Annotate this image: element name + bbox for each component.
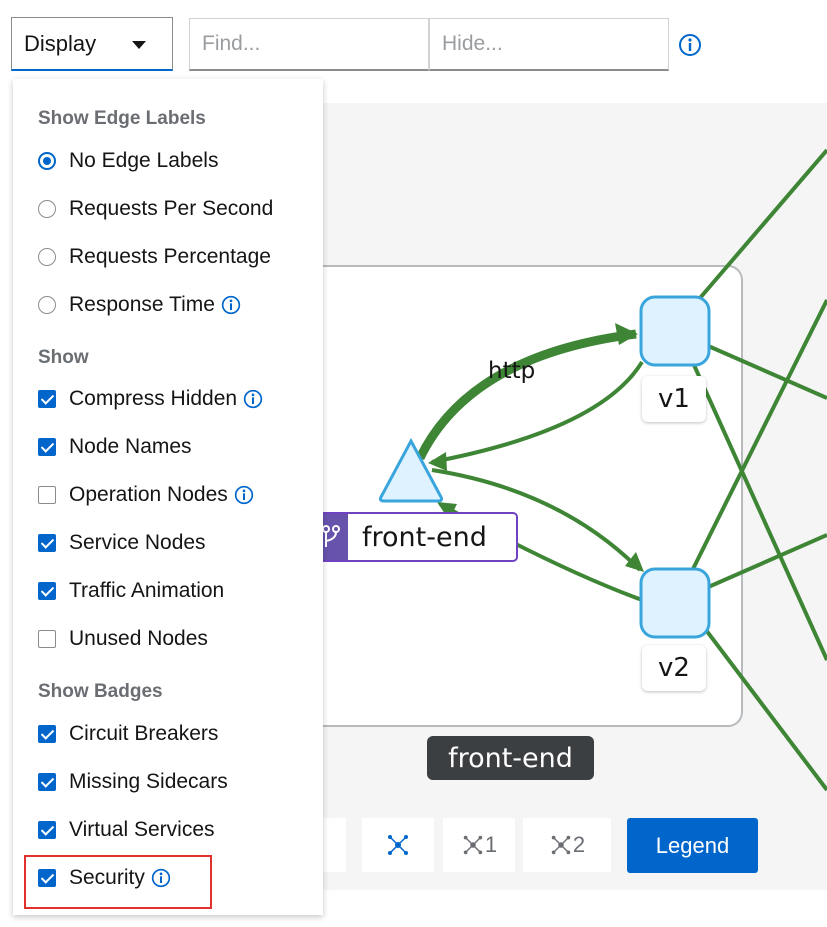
checkbox-unused-nodes[interactable]: Unused Nodes [38, 624, 208, 654]
checkbox-label: Operation Nodes [69, 483, 228, 506]
checkbox[interactable] [38, 390, 56, 408]
checkbox-label: Missing Sidecars [69, 770, 228, 793]
show-heading: Show [38, 347, 89, 368]
layout-1-button[interactable]: 1 [443, 818, 515, 872]
v2-node-label: v2 [642, 645, 706, 691]
v2-node[interactable] [639, 567, 711, 639]
checkbox-label: Unused Nodes [69, 627, 208, 650]
checkbox-traffic-animation[interactable]: Traffic Animation [38, 576, 224, 606]
checkbox-missing-sidecars[interactable]: Missing Sidecars [38, 767, 228, 797]
checkbox[interactable] [38, 534, 56, 552]
checkbox[interactable] [38, 438, 56, 456]
checkbox-label: Compress Hidden [69, 387, 238, 410]
legend-button[interactable]: Legend [627, 818, 758, 873]
topology-icon [388, 835, 408, 855]
topology-icon [551, 835, 571, 855]
radio-label: Response Time [69, 293, 215, 316]
checkbox-compress-hidden[interactable]: Compress Hidden [38, 384, 263, 414]
radio-button[interactable] [38, 296, 56, 314]
checkbox-label: Traffic Animation [69, 579, 225, 602]
front-end-node-text: front-end [362, 521, 487, 553]
checkbox-virtual-services[interactable]: Virtual Services [38, 815, 215, 845]
checkbox-label: Service Nodes [69, 531, 206, 554]
front-end-node-label: front-end [312, 512, 518, 562]
radio-label: Requests Percentage [69, 245, 271, 268]
checkbox-node-names[interactable]: Node Names [38, 432, 192, 462]
checkbox-label: Node Names [69, 435, 192, 458]
branch-icon [322, 525, 340, 547]
security-highlight-box [24, 855, 212, 909]
v1-node[interactable] [639, 295, 711, 367]
radio-button[interactable] [38, 200, 56, 218]
radio-button[interactable] [38, 152, 56, 170]
layout-2-label: 2 [572, 832, 586, 857]
display-dropdown-menu: Show Edge Labels No Edge Labels Requests… [13, 79, 323, 915]
radio-response-time[interactable]: Response Time [38, 290, 241, 320]
radio-label: Requests Per Second [69, 197, 274, 220]
checkbox[interactable] [38, 821, 56, 839]
checkbox[interactable] [38, 725, 56, 743]
topology-icon [463, 835, 483, 855]
radio-requests-per-second[interactable]: Requests Per Second [38, 194, 273, 224]
radio-label: No Edge Labels [69, 149, 219, 172]
checkbox[interactable] [38, 486, 56, 504]
edge-labels-heading: Show Edge Labels [38, 108, 206, 129]
namespace-box-label: front-end [427, 736, 594, 780]
radio-no-edge-labels[interactable]: No Edge Labels [38, 146, 218, 176]
edge-label-http: http [488, 358, 536, 384]
layout-2-button[interactable]: 2 [523, 818, 611, 872]
info-icon[interactable] [221, 295, 241, 315]
checkbox-operation-nodes[interactable]: Operation Nodes [38, 480, 254, 510]
checkbox-circuit-breakers[interactable]: Circuit Breakers [38, 719, 218, 749]
checkbox[interactable] [38, 630, 56, 648]
info-icon[interactable] [243, 389, 263, 409]
checkbox-label: Circuit Breakers [69, 722, 219, 745]
radio-requests-percentage[interactable]: Requests Percentage [38, 242, 271, 272]
checkbox-service-nodes[interactable]: Service Nodes [38, 528, 206, 558]
radio-button[interactable] [38, 248, 56, 266]
layout-1-label: 1 [484, 832, 498, 857]
checkbox[interactable] [38, 773, 56, 791]
layout-default-button[interactable] [362, 818, 434, 872]
v1-node-label: v1 [642, 376, 706, 422]
show-badges-heading: Show Badges [38, 681, 163, 702]
info-icon[interactable] [234, 485, 254, 505]
checkbox[interactable] [38, 582, 56, 600]
checkbox-label: Virtual Services [69, 818, 215, 841]
